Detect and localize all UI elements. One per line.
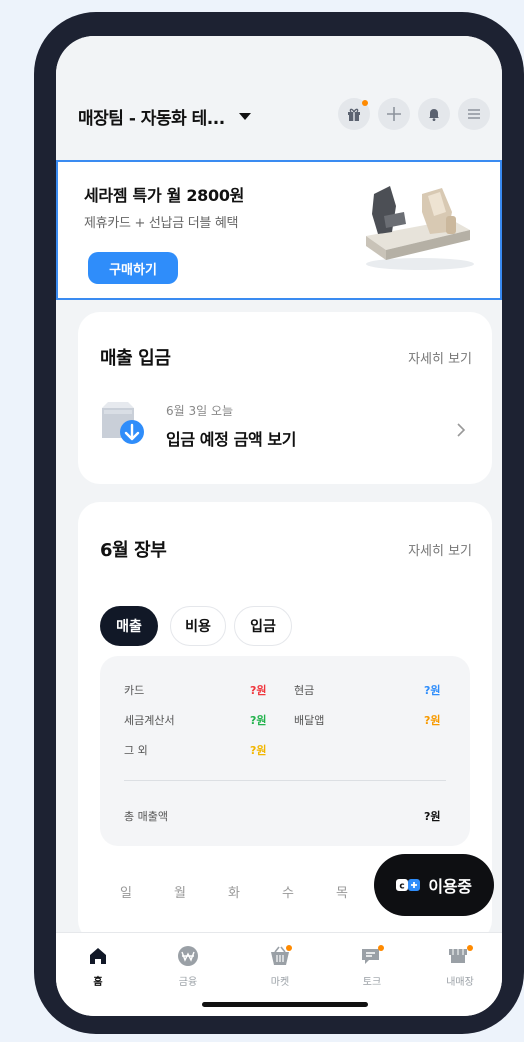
notification-dot	[362, 100, 368, 106]
weekday-tue: 화	[228, 886, 240, 901]
menu-button[interactable]	[458, 98, 490, 130]
store-selector[interactable]: 매장팀 - 자동화 테...	[78, 104, 251, 129]
banner-title: 세라젬 특가 월 2800원	[84, 186, 245, 205]
header: 매장팀 - 자동화 테...	[56, 36, 502, 160]
nav-label-my-store: 내매장	[446, 977, 474, 988]
sales-summary: 카드 ?원 현금 ?원 세금계산서 ?원 배달앱 ?원 그 외 ?원 총 매출액…	[100, 656, 470, 846]
gift-icon	[348, 108, 360, 121]
store-name: 매장팀 - 자동화 테...	[78, 109, 225, 129]
row-label-tax-invoice: 세금계산서	[124, 714, 175, 727]
inbox-download-icon	[102, 402, 144, 444]
svg-text:c: c	[400, 882, 405, 892]
add-button[interactable]	[378, 98, 410, 130]
row-label-cash: 현금	[294, 684, 315, 697]
total-sales-label: 총 매출액	[124, 810, 168, 823]
notification-button[interactable]	[418, 98, 450, 130]
row-label-delivery: 배달앱	[294, 714, 325, 727]
divider	[124, 780, 446, 781]
banner-subtitle: 제휴카드 + 선납금 더블 혜택	[84, 216, 239, 231]
plus-icon	[387, 107, 401, 121]
row-value-cash: ?원	[424, 684, 441, 697]
nav-item-talk[interactable]: 토크	[342, 945, 402, 988]
home-icon	[90, 948, 106, 964]
row-value-card: ?원	[250, 684, 267, 697]
nav-item-home[interactable]: 홈	[68, 945, 128, 988]
chat-icon	[362, 945, 384, 964]
chevron-right-icon[interactable]	[456, 422, 466, 438]
deposit-card-title: 매출 입금	[100, 348, 171, 369]
row-label-other: 그 외	[124, 744, 148, 757]
deposit-action-link[interactable]: 입금 예정 금액 보기	[166, 426, 296, 450]
row-label-card: 카드	[124, 684, 145, 697]
tab-deposit[interactable]: 입금	[234, 606, 292, 646]
in-use-button[interactable]: c 이용중	[374, 854, 494, 916]
tab-sales[interactable]: 매출	[100, 606, 158, 646]
weekday-sun: 일	[120, 886, 132, 901]
deposit-card: 매출 입금 자세히 보기 6월 3일 오늘 입금 예정 금액 보기	[78, 312, 492, 484]
bell-icon	[429, 109, 439, 121]
deposit-date: 6월 3일 오늘	[166, 404, 234, 418]
tab-expense[interactable]: 비용	[170, 606, 226, 646]
store-icon	[449, 945, 473, 963]
app-screen: 매장팀 - 자동화 테... 세라젬 특가 월 2800원 제휴카드 + 선납금…	[56, 36, 502, 1016]
service-badge-icon: c	[396, 878, 421, 892]
nav-label-market: 마켓	[270, 977, 290, 988]
weekday-wed: 수	[282, 886, 294, 901]
nav-item-finance[interactable]: 금융	[158, 945, 218, 988]
deposit-detail-link[interactable]: 자세히 보기	[408, 348, 472, 367]
buy-button[interactable]: 구매하기	[88, 252, 178, 284]
weekday-thu: 목	[336, 886, 348, 901]
promo-banner[interactable]: 세라젬 특가 월 2800원 제휴카드 + 선납금 더블 혜택 구매하기	[56, 160, 502, 300]
row-value-other: ?원	[250, 744, 267, 757]
nav-item-market[interactable]: 마켓	[250, 945, 310, 988]
nav-label-home: 홈	[93, 977, 103, 988]
gift-button[interactable]	[338, 98, 370, 130]
total-sales-value: ?원	[424, 810, 441, 823]
row-value-delivery: ?원	[424, 714, 441, 727]
ledger-card-title: 6월 장부	[100, 540, 167, 561]
nav-label-finance: 금융	[178, 977, 198, 988]
won-icon	[178, 946, 198, 966]
row-value-tax-invoice: ?원	[250, 714, 267, 727]
nav-item-my-store[interactable]: 내매장	[430, 945, 490, 988]
basket-icon	[271, 945, 292, 965]
weekday-mon: 월	[174, 886, 186, 901]
ledger-detail-link[interactable]: 자세히 보기	[408, 540, 472, 559]
massage-chair-image	[366, 186, 474, 270]
home-indicator	[202, 1002, 368, 1007]
in-use-label: 이용중	[428, 877, 472, 896]
chevron-down-icon	[238, 113, 251, 120]
menu-icon	[468, 109, 480, 119]
nav-label-talk: 토크	[362, 977, 382, 988]
